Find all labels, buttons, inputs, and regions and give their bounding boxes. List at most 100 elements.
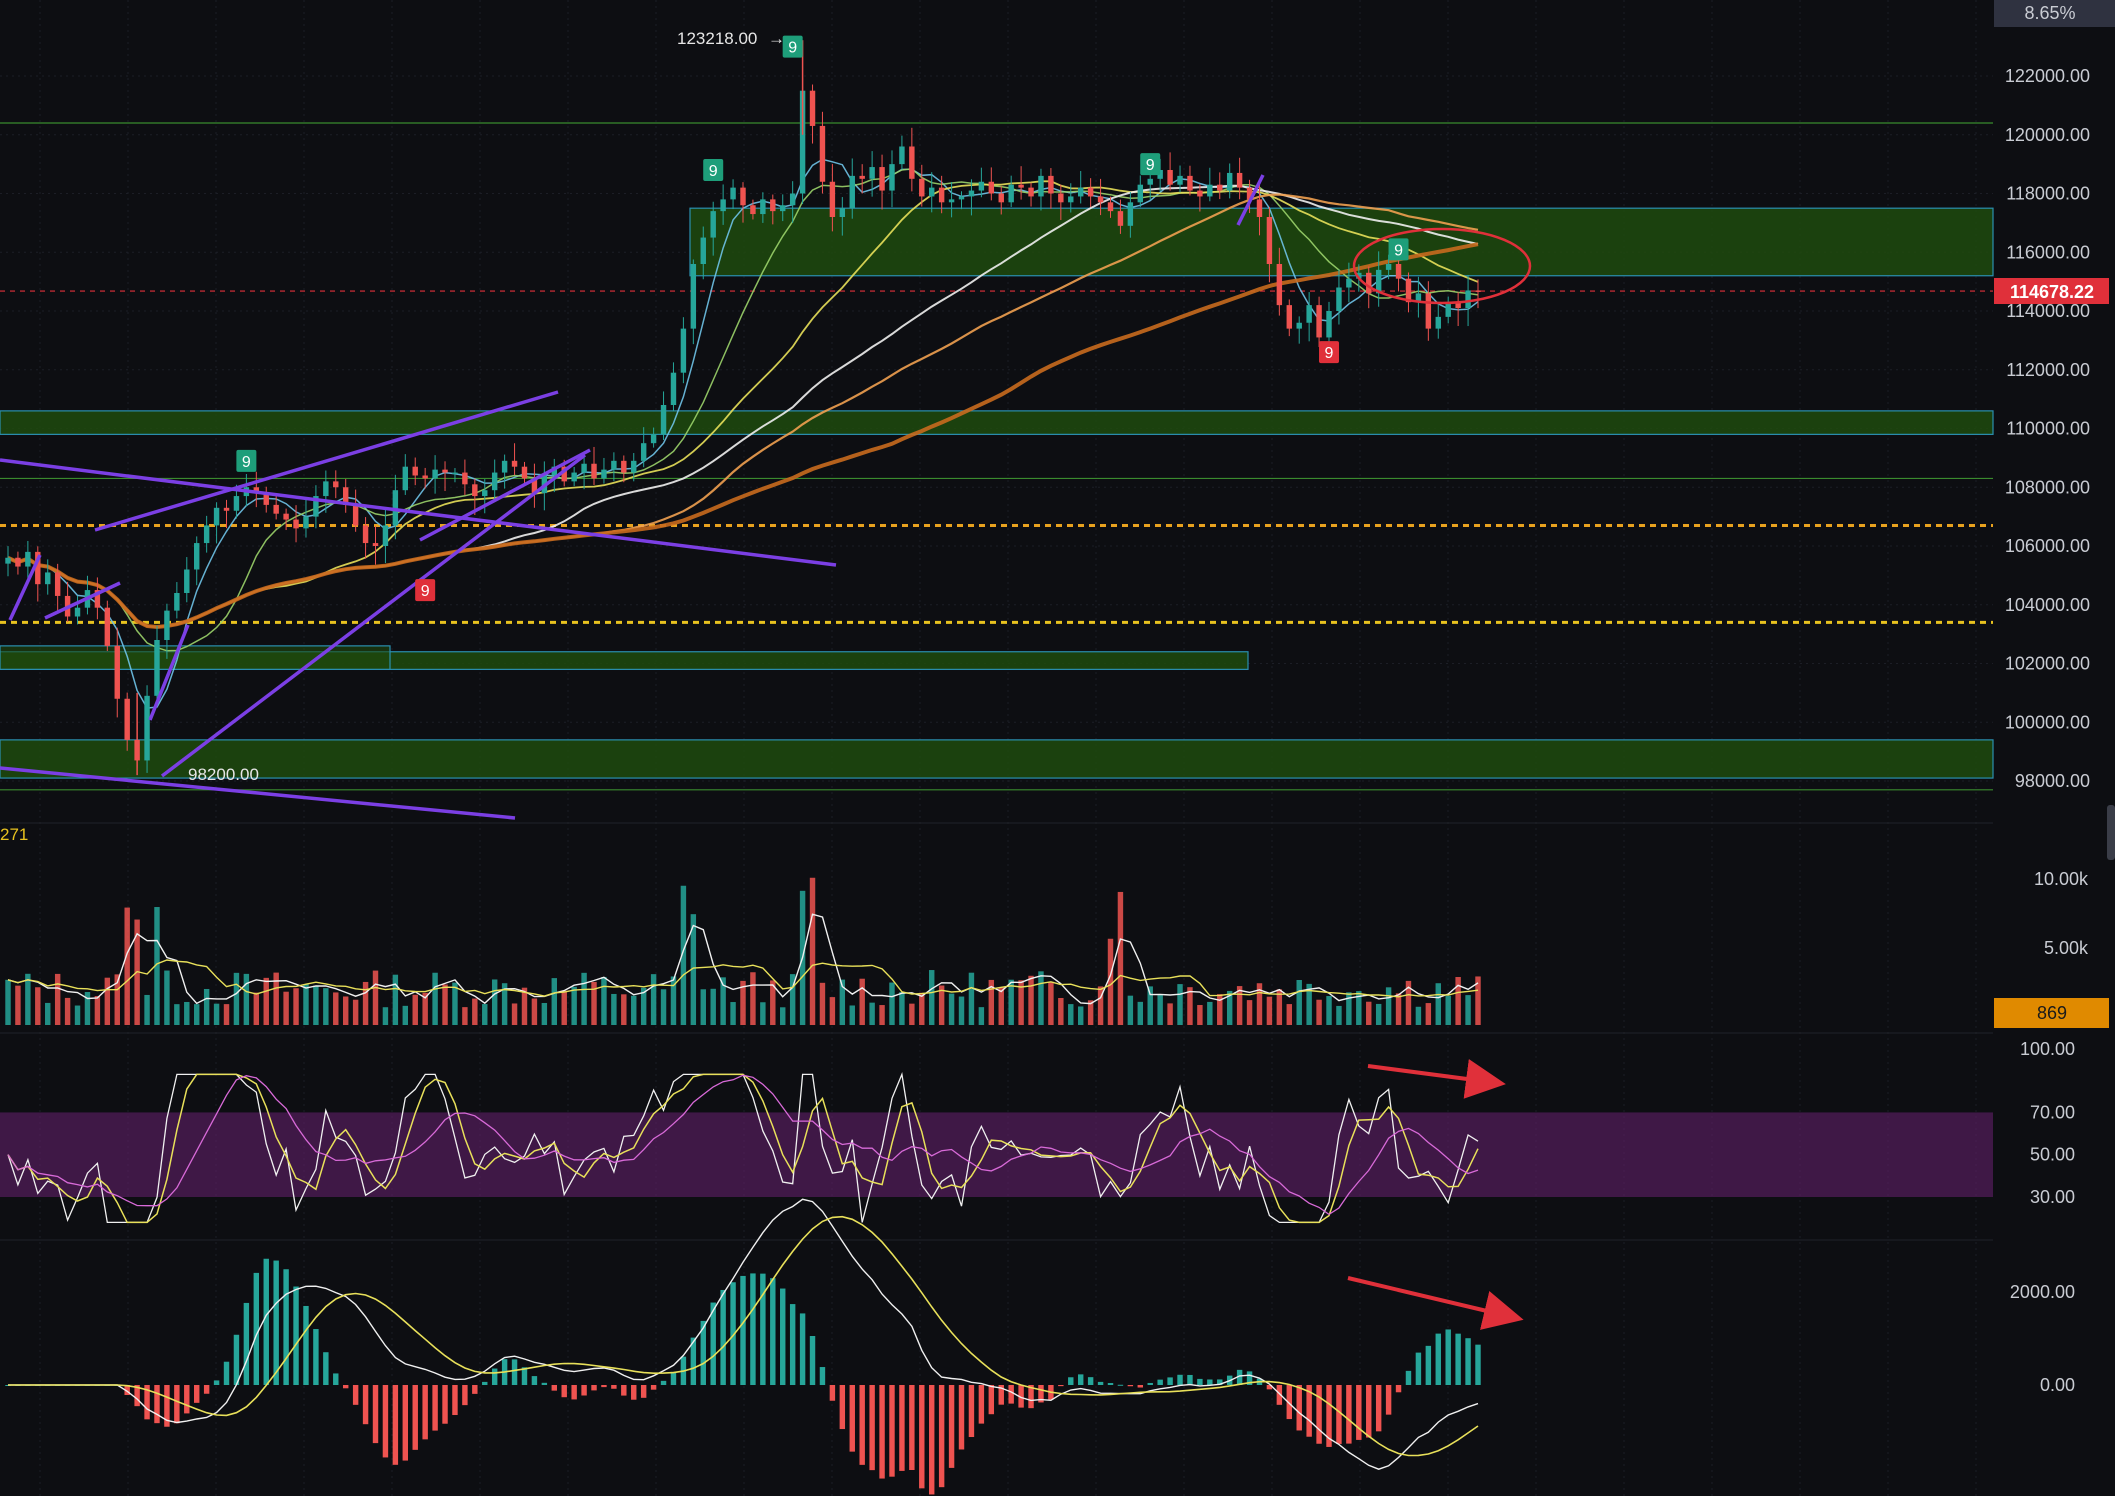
- td-marker-label: 9: [709, 163, 718, 180]
- macd-histogram-bar: [879, 1385, 885, 1479]
- candle-body: [452, 472, 458, 475]
- volume-bar: [1137, 1001, 1144, 1025]
- macd-histogram-bar: [1068, 1377, 1074, 1385]
- candle-body: [1217, 184, 1223, 191]
- candle-body: [760, 199, 766, 215]
- macd-histogram-bar: [273, 1260, 279, 1385]
- volume-bar: [323, 988, 329, 1025]
- candle-body: [1385, 264, 1392, 270]
- candle-body: [1316, 305, 1322, 338]
- candle-body: [1366, 272, 1372, 294]
- macd-histogram-bar: [352, 1385, 359, 1405]
- volume-bar: [164, 970, 170, 1025]
- side-collapse-handle[interactable]: [2107, 805, 2115, 860]
- volume-bar: [958, 996, 965, 1025]
- macd-histogram-bar: [561, 1385, 567, 1398]
- volume-bar: [64, 997, 71, 1025]
- candle-body: [74, 607, 81, 617]
- candle-body: [283, 513, 289, 520]
- volume-bar: [293, 988, 299, 1025]
- macd-histogram-bar: [978, 1385, 985, 1424]
- candle-body: [740, 187, 746, 206]
- macd-histogram-bar: [740, 1275, 746, 1385]
- trading-chart[interactable]: 9 9 9 9 9 9 9 122000.00 120000.00 118000.00 11600…: [0, 0, 2115, 1496]
- price-tick-label: 100000.00: [2005, 712, 2090, 732]
- candle-body: [382, 525, 389, 546]
- macd-histogram-bar: [253, 1272, 260, 1385]
- volume-bar: [1207, 1001, 1213, 1025]
- candle-body: [15, 557, 21, 567]
- volume-bar: [1167, 1003, 1173, 1025]
- candle-body: [54, 572, 61, 596]
- macd-histogram-bar: [1385, 1385, 1392, 1415]
- macd-histogram-bar: [223, 1361, 230, 1385]
- candle-body: [1286, 305, 1292, 329]
- volume-bar: [472, 998, 478, 1025]
- volume-bar: [243, 973, 250, 1025]
- volume-bar: [1385, 987, 1392, 1025]
- price-zone: [0, 410, 1994, 435]
- macd-histogram-bar: [1147, 1382, 1153, 1385]
- macd-histogram-bar: [452, 1385, 458, 1416]
- macd-histogram-bar: [889, 1385, 895, 1477]
- macd-histogram-bar: [720, 1289, 726, 1385]
- candle-body: [333, 481, 339, 488]
- macd-histogram-bar: [929, 1385, 935, 1495]
- volume-bar: [1058, 998, 1064, 1025]
- volume-bar: [392, 974, 399, 1025]
- volume-bar: [1435, 983, 1441, 1025]
- volume-bar: [551, 978, 557, 1025]
- macd-histogram-bar: [899, 1385, 905, 1471]
- macd-histogram-bar: [1137, 1385, 1144, 1388]
- volume-bar: [660, 989, 667, 1025]
- macd-histogram-bar: [799, 1313, 806, 1385]
- macd-histogram-bar: [422, 1385, 428, 1440]
- candle-body: [362, 525, 369, 544]
- volume-bar: [382, 1007, 389, 1025]
- volume-bar: [1117, 891, 1124, 1025]
- candle-body: [849, 175, 855, 209]
- high-arrow: →: [768, 29, 785, 48]
- volume-bar: [1336, 1005, 1342, 1025]
- macd-histogram-bar: [1097, 1381, 1104, 1385]
- candle-body: [1018, 184, 1024, 188]
- macd-histogram-bar: [1356, 1385, 1362, 1440]
- macd-histogram-bar: [789, 1304, 796, 1385]
- candle-body: [491, 472, 498, 491]
- candle-body: [1167, 170, 1173, 185]
- volume-bar: [909, 1003, 915, 1025]
- volume-bar: [968, 972, 975, 1025]
- candle-body: [203, 525, 210, 544]
- volume-bar: [889, 982, 895, 1025]
- macd-histogram-bar: [1316, 1385, 1322, 1444]
- macd-histogram-bar: [194, 1385, 200, 1403]
- macd-histogram-bar: [1405, 1370, 1412, 1385]
- candle-body: [1296, 322, 1302, 329]
- volume-bar: [611, 993, 617, 1025]
- candle-body: [352, 504, 359, 526]
- volume-bar: [710, 988, 716, 1025]
- candle-body: [1087, 187, 1094, 197]
- macd-histogram-bar: [323, 1352, 329, 1385]
- macd-histogram-bar: [342, 1385, 349, 1389]
- candle-body: [442, 469, 448, 473]
- volume-bar: [223, 1004, 230, 1025]
- price-zone: [0, 739, 1994, 779]
- td-marker-label: 9: [1146, 157, 1155, 174]
- volume-bar: [482, 1004, 488, 1025]
- macd-histogram-bar: [621, 1385, 627, 1396]
- candle-body: [710, 211, 716, 238]
- volume-bar: [1197, 1005, 1203, 1025]
- candle-body: [789, 193, 796, 206]
- volume-bar: [54, 973, 61, 1025]
- volume-bar: [1425, 1003, 1432, 1025]
- macd-histogram-bar: [1425, 1345, 1432, 1385]
- candle-body: [1256, 199, 1263, 217]
- candle-body: [1326, 311, 1332, 338]
- candle-body: [591, 463, 597, 479]
- volume-bar: [879, 1005, 885, 1025]
- macd-histogram-bar: [184, 1385, 190, 1414]
- candle-body: [194, 543, 200, 570]
- volume-bar: [1127, 995, 1134, 1025]
- price-tick-label: 110000.00: [2006, 419, 2090, 439]
